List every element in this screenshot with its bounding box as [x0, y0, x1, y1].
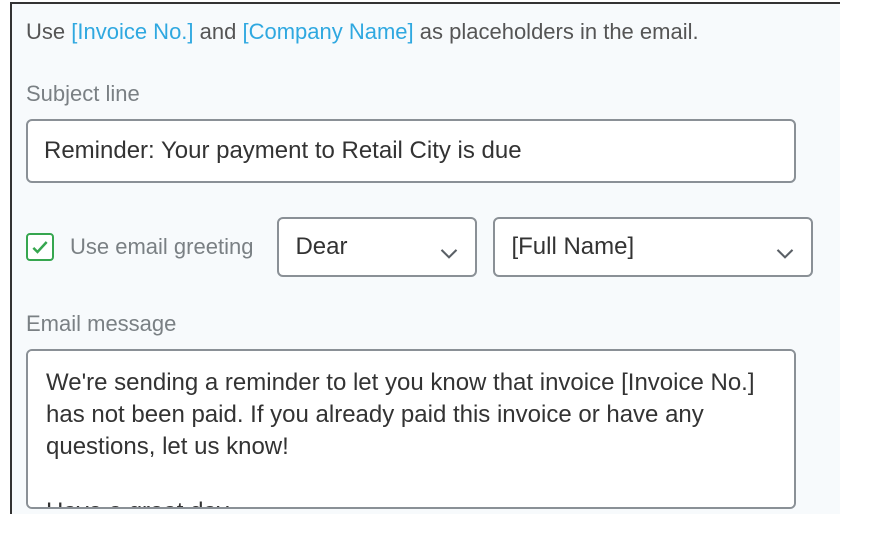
hint-text: as placeholders in the email.: [414, 19, 699, 44]
company-name-placeholder-link[interactable]: [Company Name]: [242, 19, 413, 44]
check-icon: [30, 237, 50, 257]
placeholder-hint: Use [Invoice No.] and [Company Name] as …: [26, 18, 822, 47]
message-label: Email message: [26, 311, 822, 337]
subject-label: Subject line: [26, 81, 822, 107]
use-greeting-checkbox[interactable]: [26, 233, 54, 261]
hint-text: and: [194, 19, 243, 44]
invoice-no-placeholder-link[interactable]: [Invoice No.]: [71, 19, 193, 44]
message-textarea[interactable]: [26, 349, 796, 509]
use-greeting-label: Use email greeting: [70, 234, 253, 260]
hint-text: Use: [26, 19, 71, 44]
name-token-select[interactable]: [Full Name]: [493, 217, 813, 277]
salutation-value: Dear: [295, 233, 347, 261]
name-token-value: [Full Name]: [511, 233, 634, 261]
greeting-row: Use email greeting Dear [Full Name]: [26, 217, 822, 277]
email-reminder-panel: Use [Invoice No.] and [Company Name] as …: [10, 2, 840, 514]
subject-input[interactable]: [26, 119, 796, 183]
chevron-down-icon: [775, 240, 795, 254]
salutation-select[interactable]: Dear: [277, 217, 477, 277]
chevron-down-icon: [439, 240, 459, 254]
